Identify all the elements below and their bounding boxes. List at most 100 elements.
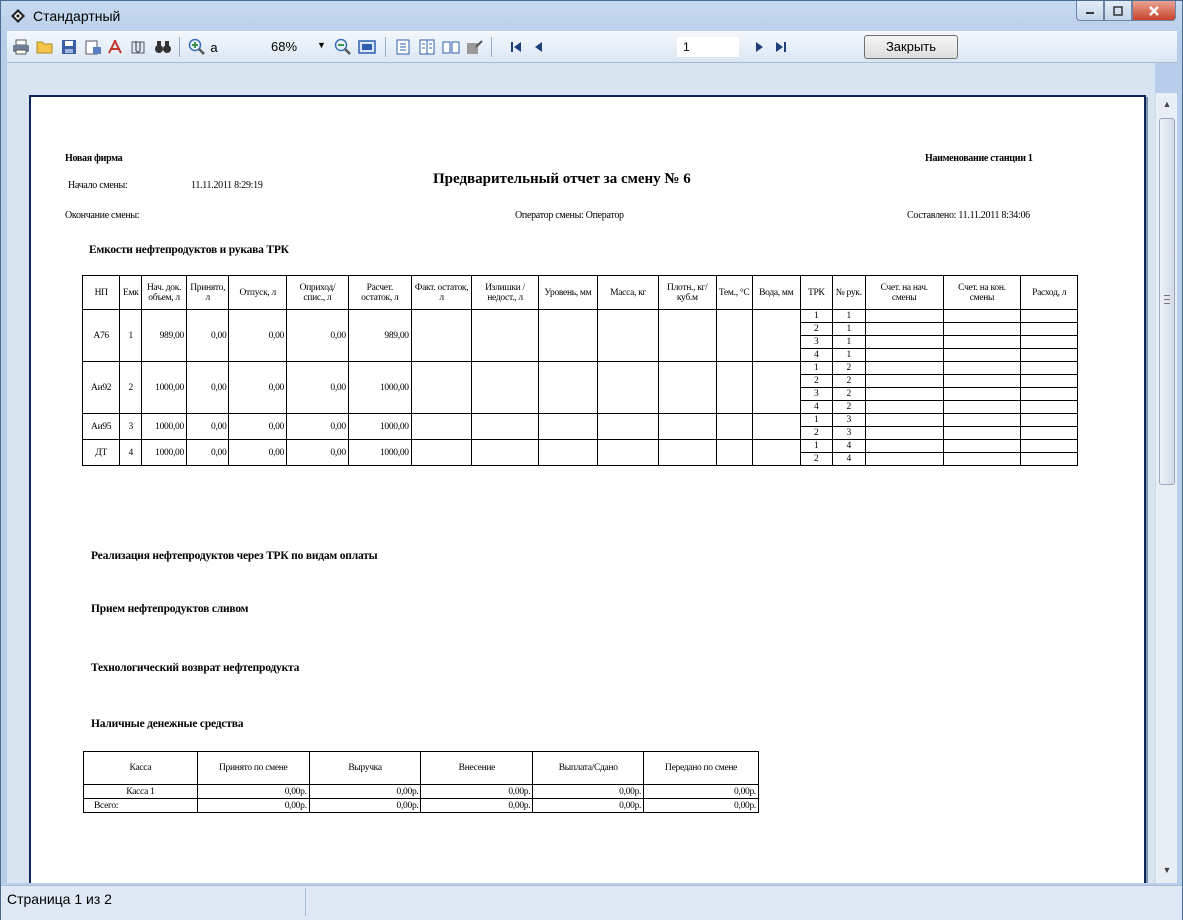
single-page-icon	[396, 39, 410, 55]
window-title: Стандартный	[33, 8, 121, 24]
empty-cell	[597, 309, 659, 362]
scroll-thumb[interactable]	[1159, 118, 1175, 485]
next-page-button[interactable]	[749, 37, 769, 57]
empty-cell	[471, 361, 539, 414]
counter-cell	[1020, 322, 1078, 336]
report-window: Стандартный a 68% ▼ 1 Закрыть Новая фирм…	[0, 0, 1183, 920]
counter-cell	[1020, 387, 1078, 401]
counter-cell	[864, 374, 944, 388]
previous-page-button[interactable]	[529, 37, 549, 57]
pdf-icon	[108, 39, 122, 54]
tank-header-cell: Счет. на кон. смены	[942, 275, 1022, 310]
title-bar[interactable]: Стандартный	[1, 1, 1182, 31]
empty-cell	[537, 361, 599, 414]
counter-cell	[1020, 374, 1078, 388]
send-button[interactable]	[129, 37, 149, 57]
shift-start-label: Начало смены:	[68, 180, 128, 191]
hose-cell: 4	[831, 452, 866, 466]
hose-cell: 2	[831, 361, 866, 375]
open-button[interactable]	[35, 37, 55, 57]
binoculars-icon	[155, 41, 171, 53]
chevron-down-icon[interactable]: ▼	[317, 40, 326, 50]
counter-cell	[1020, 361, 1078, 375]
minimize-button[interactable]	[1076, 1, 1104, 21]
empty-cell	[410, 309, 473, 362]
empty-cell	[471, 309, 539, 362]
full-screen-button[interactable]	[357, 37, 377, 57]
close-window-button[interactable]	[1132, 1, 1176, 21]
edit-button[interactable]	[465, 37, 485, 57]
section-cash-title: Наличные денежные средства	[91, 718, 244, 730]
close-report-button[interactable]: Закрыть	[864, 35, 958, 59]
empty-cell	[751, 361, 801, 414]
floppy-icon	[62, 40, 76, 54]
zoom-select[interactable]: 68%	[271, 39, 297, 54]
first-page-icon	[511, 42, 521, 52]
counter-cell	[942, 348, 1022, 362]
page-count-status: Страница 1 из 2	[7, 891, 112, 907]
tank-cell-calc: 989,00	[347, 309, 412, 362]
cash-header-cell: Выручка	[308, 751, 422, 785]
table-row: ДТ 4 1000,00 0,00 0,00 0,00 1000,00 1 4	[81, 439, 1078, 466]
find-button[interactable]	[153, 37, 173, 57]
scroll-up-icon[interactable]: ▲	[1156, 93, 1178, 115]
last-page-button[interactable]	[771, 37, 791, 57]
counter-cell	[864, 387, 944, 401]
tank-cell-issued: 0,00	[228, 361, 288, 414]
hose-cell: 3	[831, 426, 866, 440]
first-page-button[interactable]	[507, 37, 527, 57]
scroll-down-icon[interactable]: ▼	[1156, 859, 1178, 881]
page-setup-button[interactable]	[83, 37, 103, 57]
counter-cell	[864, 361, 944, 375]
zoom-out-button[interactable]	[333, 37, 353, 57]
empty-cell	[715, 361, 753, 414]
shift-operator: Оператор смены: Оператор	[515, 210, 624, 221]
tank-cell-adj: 0,00	[286, 309, 349, 362]
trk-cell: 4	[799, 400, 833, 414]
tank-cell-received: 0,00	[185, 439, 230, 466]
counter-cell	[864, 426, 944, 440]
tank-cell-np: Аи95	[81, 413, 121, 440]
tank-cell-np: ДТ	[81, 439, 121, 466]
page-number-input[interactable]: 1	[677, 37, 739, 57]
empty-cell	[657, 309, 717, 362]
trk-cell: 2	[799, 322, 833, 336]
tanks-table: НП Емк Нач. док. объем, л Принято, л Отпуск,…	[81, 275, 1078, 466]
empty-cell	[597, 361, 659, 414]
section-sales-title: Реализация нефтепродуктов через ТРК по в…	[91, 550, 378, 562]
cash-value-cell: 0,00р.	[196, 798, 310, 813]
counter-cell	[1020, 426, 1078, 440]
tank-cell-received: 0,00	[185, 361, 230, 414]
maximize-button[interactable]	[1104, 1, 1132, 21]
tank-cell-received: 0,00	[185, 309, 230, 362]
tank-cell-issued: 0,00	[228, 439, 288, 466]
export-pdf-button[interactable]	[105, 37, 125, 57]
tank-cell-np: А76	[81, 309, 121, 362]
cash-header-cell: Выплата/Сдано	[532, 751, 645, 785]
multi-page-button[interactable]	[417, 37, 437, 57]
counter-cell	[942, 335, 1022, 349]
vertical-scrollbar[interactable]: ▲ ▼	[1155, 93, 1177, 883]
counter-cell	[1020, 413, 1078, 427]
tank-cell-start: 1000,00	[141, 413, 187, 440]
tank-header-cell: Вода, мм	[751, 275, 801, 310]
last-page-icon	[776, 42, 786, 52]
single-page-button[interactable]	[393, 37, 413, 57]
print-button[interactable]	[11, 37, 31, 57]
trk-cell: 1	[799, 439, 833, 453]
trk-cell: 1	[799, 361, 833, 375]
status-bar: Страница 1 из 2	[1, 885, 1182, 920]
save-button[interactable]	[59, 37, 79, 57]
tank-cell-issued: 0,00	[228, 413, 288, 440]
section-tanks-title: Емкости нефтепродуктов и рукава ТРК	[89, 244, 289, 256]
counter-cell	[864, 309, 944, 323]
zoom-in-button[interactable]	[187, 37, 207, 57]
empty-cell	[537, 413, 599, 440]
counter-cell	[864, 439, 944, 453]
report-viewport: Новая фирма Наименование станции 1 Предв…	[7, 63, 1155, 883]
cash-header-cell: Передано по смене	[643, 751, 759, 785]
counter-cell	[1020, 439, 1078, 453]
empty-cell	[471, 439, 539, 466]
book-view-button[interactable]	[441, 37, 461, 57]
folder-open-icon	[36, 41, 53, 54]
